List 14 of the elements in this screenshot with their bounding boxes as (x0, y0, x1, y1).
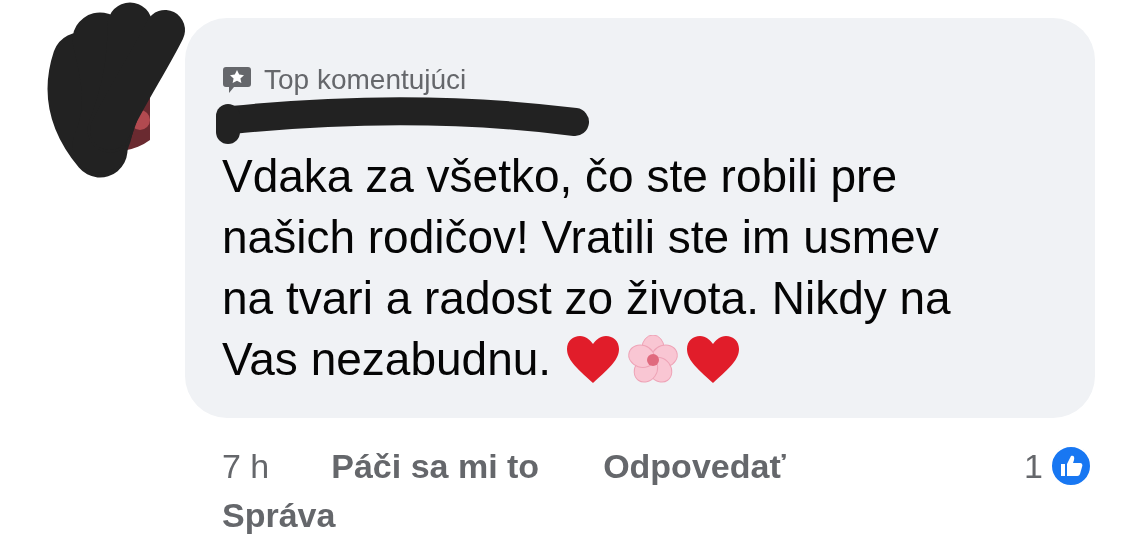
message-link[interactable]: Správa (185, 496, 1095, 535)
comment-text-line: Vdaka za všetko, čo ste robili pre (222, 149, 897, 204)
comment-text-line: na tvari a radost zo života. Nikdy na (222, 271, 951, 326)
heart-icon (685, 334, 742, 385)
thumbs-up-icon (1049, 444, 1093, 488)
like-link[interactable]: Páči sa mi to (331, 446, 540, 486)
comment-text-line: Vas nezabudnu. (222, 332, 552, 387)
top-commenter-label: Top komentujúci (264, 64, 467, 96)
reaction-count: 1 (1024, 446, 1043, 486)
reply-link[interactable]: Odpovedať (603, 446, 786, 486)
comment-text-line: našich rodičov! Vratili ste im usmev (222, 210, 939, 265)
heart-icon (565, 334, 622, 385)
star-badge-icon (222, 65, 252, 95)
comment-time: 7 h (222, 446, 270, 486)
